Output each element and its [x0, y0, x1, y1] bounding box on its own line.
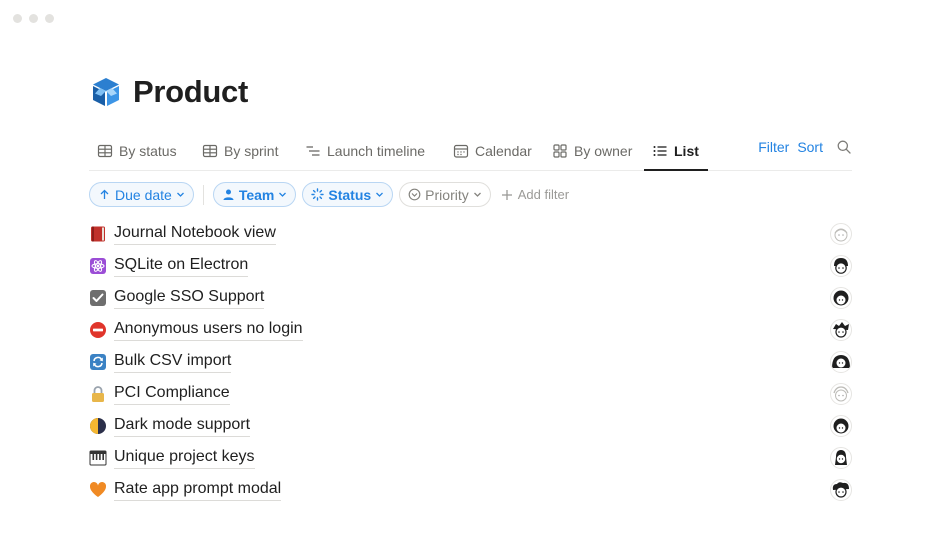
tab-list[interactable]: List: [652, 139, 699, 163]
item-title: Google SSO Support: [114, 288, 265, 309]
maximize-window-dot[interactable]: [45, 14, 54, 23]
item-title: Bulk CSV import: [114, 352, 232, 373]
due-date-sort-chip[interactable]: Due date: [89, 182, 194, 207]
tab-label: By owner: [574, 143, 633, 159]
list-item[interactable]: Unique project keys: [89, 442, 852, 474]
list-item[interactable]: Google SSO Support: [89, 282, 852, 314]
table-icon: [202, 144, 218, 158]
avatar-face-icon: [833, 418, 849, 434]
avatar-face-icon: [833, 386, 849, 402]
cube-icon[interactable]: [89, 75, 123, 109]
avatar-face-icon: [834, 258, 848, 274]
no-entry-icon: [90, 322, 106, 338]
minimize-window-dot[interactable]: [29, 14, 38, 23]
view-tabs: By status By sprint Launch timeline Cale…: [89, 131, 852, 171]
avatar[interactable]: [830, 479, 852, 501]
tab-label: By status: [119, 143, 177, 159]
item-list: Journal Notebook view SQLite on Electron…: [89, 218, 852, 506]
avatar[interactable]: [830, 223, 852, 245]
calendar-icon: [453, 144, 469, 158]
avatar-face-icon: [832, 482, 849, 498]
avatar-face-icon: [833, 322, 849, 338]
tab-launch-timeline[interactable]: Launch timeline: [305, 139, 425, 163]
status-icon: [311, 188, 325, 201]
avatar[interactable]: [830, 287, 852, 309]
add-filter-button[interactable]: Add filter: [501, 187, 569, 202]
item-title: Unique project keys: [114, 448, 255, 469]
item-title: Anonymous users no login: [114, 320, 303, 341]
priority-filter-chip[interactable]: Priority: [399, 182, 491, 207]
tab-label: List: [674, 143, 699, 159]
chip-label: Status: [328, 186, 372, 203]
piano-keys-icon: [89, 450, 107, 466]
avatar-face-icon: [832, 355, 850, 368]
page-title: Product: [133, 74, 249, 109]
tab-label: Calendar: [475, 143, 532, 159]
list-item[interactable]: Journal Notebook view: [89, 218, 852, 250]
avatar[interactable]: [830, 351, 852, 373]
avatar-face-icon: [833, 290, 849, 306]
list-item[interactable]: Dark mode support: [89, 410, 852, 442]
view-tools: Filter Sort: [758, 139, 852, 155]
refresh-icon: [90, 354, 106, 370]
add-filter-label: Add filter: [517, 187, 570, 202]
avatar[interactable]: [830, 255, 852, 277]
item-title: Journal Notebook view: [114, 224, 276, 245]
team-filter-chip[interactable]: Team: [212, 182, 297, 207]
orange-heart-icon: [89, 481, 107, 497]
tab-by-status[interactable]: By status: [97, 139, 177, 163]
item-title: PCI Compliance: [114, 384, 230, 405]
page-header: Product: [89, 74, 248, 110]
list-item[interactable]: Anonymous users no login: [89, 314, 852, 346]
priority-icon: [408, 188, 421, 201]
filter-button[interactable]: Filter: [758, 139, 789, 155]
avatar[interactable]: [830, 319, 852, 341]
sort-button[interactable]: Sort: [797, 139, 823, 155]
avatar[interactable]: [830, 447, 852, 469]
filter-divider: [202, 184, 204, 205]
list-item[interactable]: SQLite on Electron: [89, 250, 852, 282]
list-icon: [653, 146, 667, 156]
avatar[interactable]: [830, 383, 852, 405]
timeline-icon: [306, 146, 320, 156]
active-tab-indicator: [644, 169, 708, 171]
avatar[interactable]: [830, 415, 852, 437]
chip-label: Priority: [425, 186, 469, 203]
search-icon[interactable]: [836, 139, 852, 155]
list-item[interactable]: PCI Compliance: [89, 378, 852, 410]
arrow-up-icon: [100, 189, 109, 199]
plus-icon: [501, 189, 512, 200]
chevron-down-icon: [176, 192, 184, 197]
lock-icon: [92, 386, 104, 402]
list-item[interactable]: Bulk CSV import: [89, 346, 852, 378]
item-title: Rate app prompt modal: [114, 480, 282, 501]
tab-by-owner[interactable]: By owner: [552, 139, 632, 163]
atom-icon: [90, 258, 106, 274]
red-book-icon: [91, 226, 105, 242]
table-icon: [97, 144, 113, 158]
avatar-face-icon: [835, 450, 847, 465]
tab-calendar[interactable]: Calendar: [453, 139, 532, 163]
half-moon-icon: [90, 418, 106, 434]
filter-bar: Due date Team Status Priority Add filter: [89, 182, 569, 207]
chevron-down-icon: [279, 192, 287, 197]
person-icon: [223, 189, 234, 200]
chevron-down-icon: [376, 192, 384, 197]
avatar-face-icon: [834, 228, 848, 242]
chip-label: Due date: [115, 186, 172, 203]
tab-by-sprint[interactable]: By sprint: [202, 139, 278, 163]
list-item[interactable]: Rate app prompt modal: [89, 474, 852, 506]
checkbox-icon: [90, 290, 106, 306]
window-controls: [13, 14, 54, 23]
tab-label: By sprint: [224, 143, 279, 159]
close-window-dot[interactable]: [13, 14, 22, 23]
item-title: Dark mode support: [114, 416, 251, 437]
chevron-down-icon: [473, 192, 481, 197]
tab-label: Launch timeline: [327, 143, 426, 159]
item-title: SQLite on Electron: [114, 256, 249, 277]
status-filter-chip[interactable]: Status: [302, 182, 394, 207]
board-icon: [553, 144, 567, 158]
chip-label: Team: [238, 186, 275, 203]
